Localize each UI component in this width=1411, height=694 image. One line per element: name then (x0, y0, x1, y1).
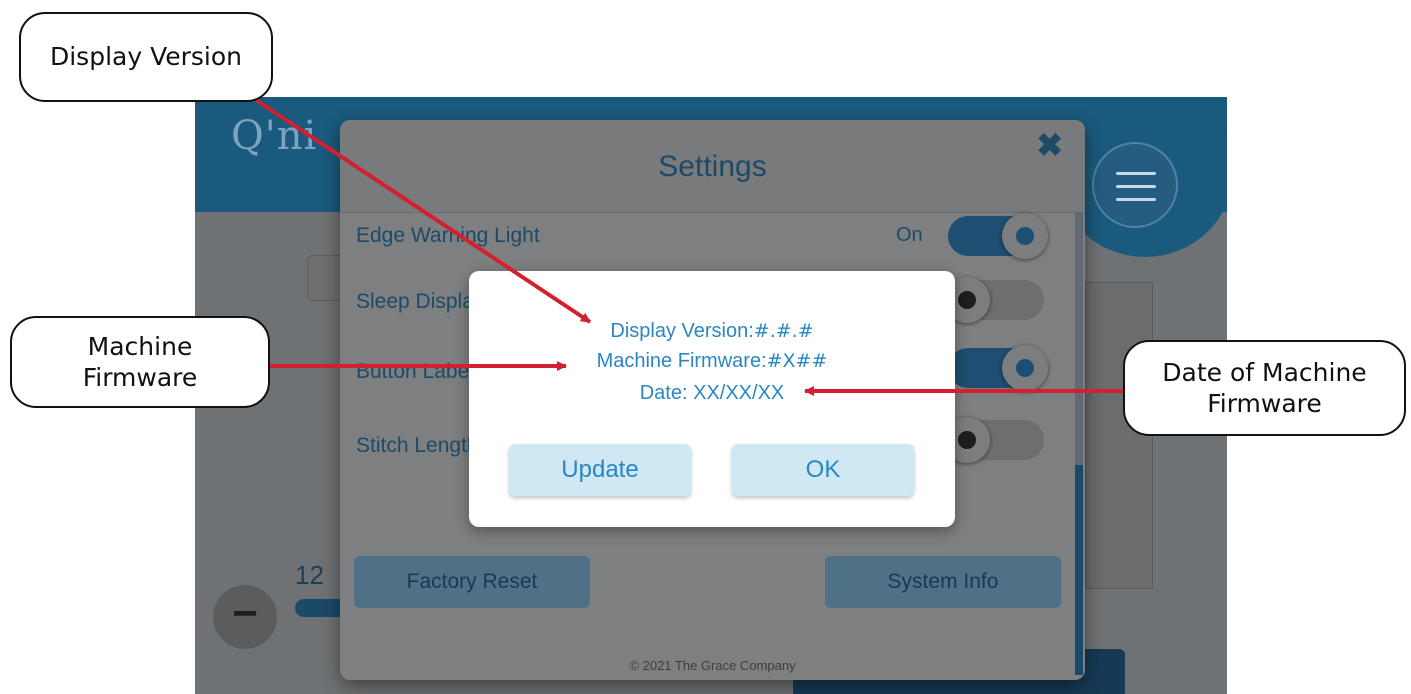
callout-display-version: Display Version (19, 12, 273, 102)
callout-display-version-text: Display Version (49, 42, 243, 72)
callout-date-line1: Date of Machine (1162, 357, 1367, 387)
callout-date-line2: Firmware (1207, 389, 1322, 418)
callout-machine-firmware-line2: Firmware (82, 363, 198, 392)
callout-machine-firmware-line1: Machine (87, 331, 193, 361)
callout-date-of-machine-firmware: Date of Machine Firmware (1123, 340, 1406, 436)
arrow-display-version (254, 98, 592, 324)
callout-machine-firmware: Machine Firmware (10, 316, 270, 408)
